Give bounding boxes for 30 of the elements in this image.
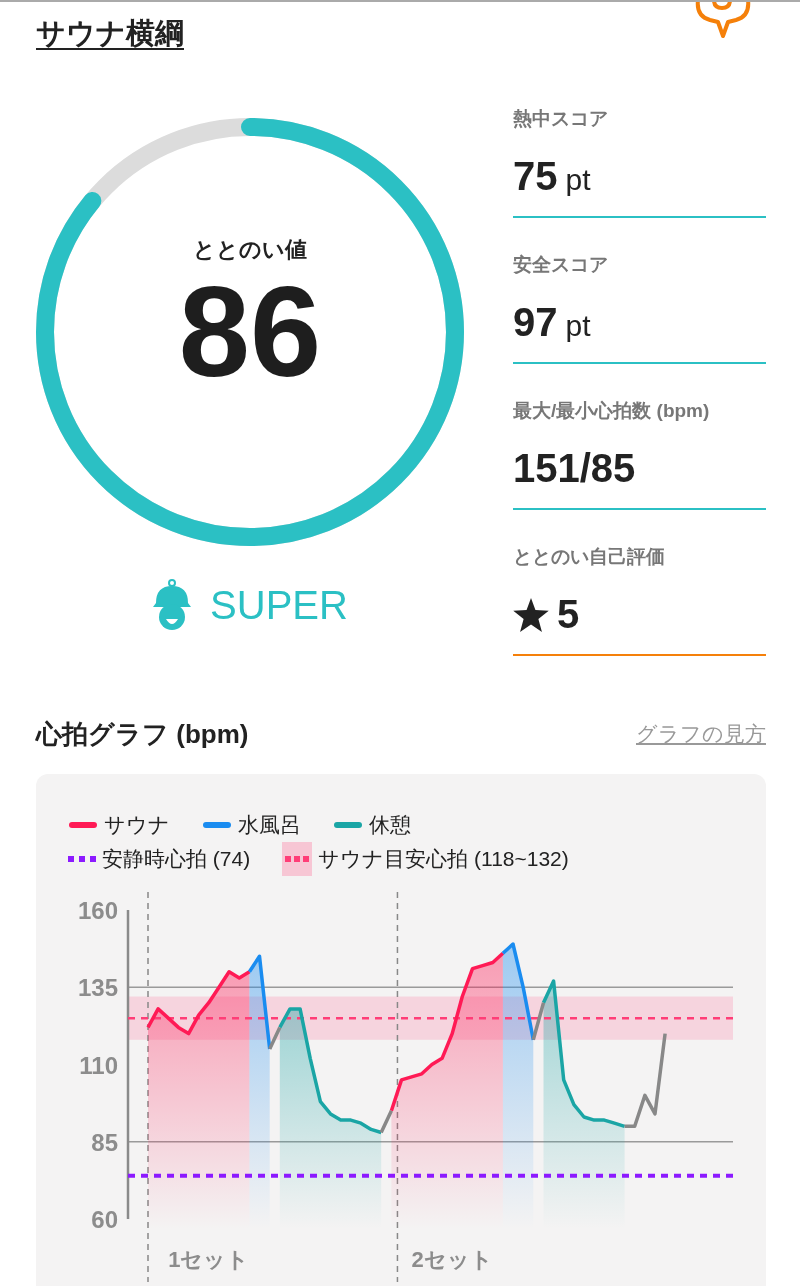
legend-label: 休憩 xyxy=(369,812,411,838)
page-title: サウナ横綱 xyxy=(36,16,184,51)
score-label: ととのい値 xyxy=(193,235,307,264)
set-label: 1セット xyxy=(168,1247,250,1272)
rank-label: SUPER xyxy=(210,582,348,628)
stat-value: 151/85 xyxy=(513,446,636,491)
y-tick-label: 110 xyxy=(79,1051,118,1079)
y-tick-label: 85 xyxy=(91,1128,118,1156)
stat-label: ととのい自己評価 xyxy=(513,545,666,569)
legend-label: サウナ xyxy=(104,812,170,838)
help-link[interactable]: グラフの見方 xyxy=(636,720,766,748)
legend-label: サウナ目安心拍 (118~132) xyxy=(318,846,569,872)
stat-unit: pt xyxy=(565,308,591,343)
stat-label: 最大/最小心拍数 (bpm) xyxy=(513,399,711,423)
legend-label: 安静時心拍 (74) xyxy=(102,846,251,872)
y-tick-label: 135 xyxy=(77,974,118,1002)
stat-value: 97 xyxy=(513,300,558,345)
y-tick-label: 60 xyxy=(91,1206,118,1233)
legend-label: 水風呂 xyxy=(238,812,301,838)
stat-label: 熱中スコア xyxy=(513,107,609,131)
y-tick-label: 160 xyxy=(77,897,118,924)
stat-label: 安全スコア xyxy=(513,253,609,277)
star-icon xyxy=(513,597,549,632)
stat-value: 75 xyxy=(513,154,558,199)
set-label: 2セット xyxy=(411,1247,493,1272)
stat-value: 5 xyxy=(557,592,580,637)
stat-unit: pt xyxy=(565,162,591,197)
graph-title: 心拍グラフ (bpm) xyxy=(36,717,249,751)
score-value: 86 xyxy=(178,264,322,400)
helmet-face-icon xyxy=(152,579,193,631)
